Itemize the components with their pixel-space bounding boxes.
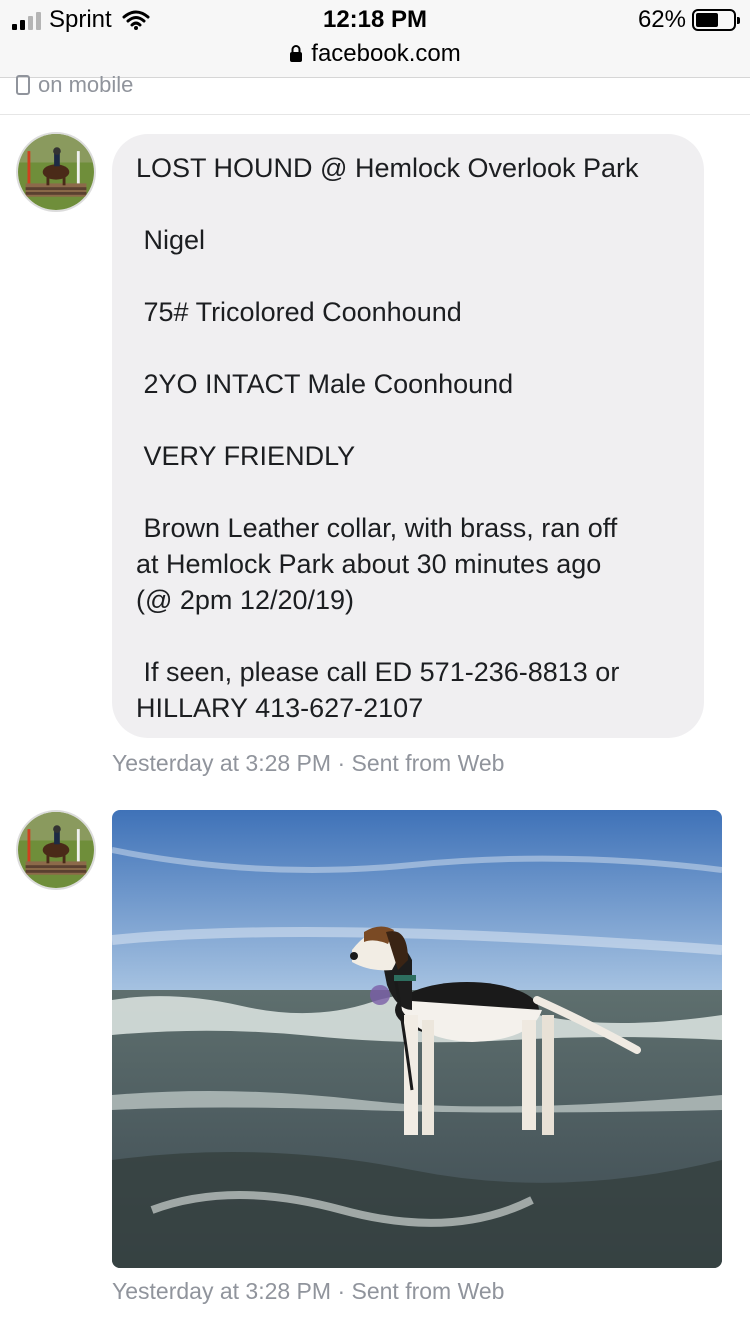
message-timestamp: Yesterday at 3:28 PM · Sent from Web <box>112 750 505 776</box>
sender-avatar[interactable] <box>16 132 96 212</box>
message-line-blank <box>136 330 680 366</box>
message-line: 75# Tricolored Coonhound <box>136 297 462 327</box>
message-line: Brown Leather collar, with brass, ran of… <box>136 513 618 543</box>
battery-level-fill <box>696 13 719 27</box>
battery-status: 62% <box>637 6 740 34</box>
message-line: HILLARY 413-627-2107 <box>136 693 424 723</box>
address-bar[interactable]: facebook.com <box>0 38 750 70</box>
mobile-phone-icon <box>16 75 30 95</box>
message-line-blank <box>136 186 680 222</box>
message-line: LOST HOUND @ Hemlock Overlook Park <box>136 153 639 183</box>
browser-top-bar: Sprint 12:18 PM 62% facebook.com <box>0 0 750 78</box>
message-line: 2YO INTACT Male Coonhound <box>136 369 514 399</box>
url-text: facebook.com <box>311 40 461 67</box>
message-timestamp: Yesterday at 3:28 PM · Sent from Web <box>112 1278 505 1304</box>
previous-message-text: on mobile <box>38 72 134 97</box>
message-line: VERY FRIENDLY <box>136 441 356 471</box>
message-line: Nigel <box>136 225 206 255</box>
avatar-horse-rider-image <box>18 134 94 210</box>
message-line-blank <box>136 258 680 294</box>
battery-percent: 62% <box>637 6 686 33</box>
message-photo[interactable] <box>112 810 722 1268</box>
message-line: If seen, please call ED 571-236-8813 or <box>136 657 620 687</box>
dog-on-beach-image <box>112 810 722 1268</box>
status-bar: Sprint 12:18 PM 62% <box>0 0 750 40</box>
message-line-blank <box>136 402 680 438</box>
avatar-horse-rider-image <box>18 812 94 888</box>
message-bubble[interactable]: LOST HOUND @ Hemlock Overlook Park Nigel… <box>112 134 704 738</box>
message-line-blank <box>136 474 680 510</box>
message-line: at Hemlock Park about 30 minutes ago <box>136 549 602 579</box>
previous-message-footer: on mobile <box>16 70 133 100</box>
lock-icon <box>290 45 303 62</box>
battery-icon <box>692 9 740 31</box>
message-line: (@ 2pm 12/20/19) <box>136 585 355 615</box>
divider <box>0 114 750 115</box>
sender-avatar[interactable] <box>16 810 96 890</box>
message-line-blank <box>136 618 680 654</box>
